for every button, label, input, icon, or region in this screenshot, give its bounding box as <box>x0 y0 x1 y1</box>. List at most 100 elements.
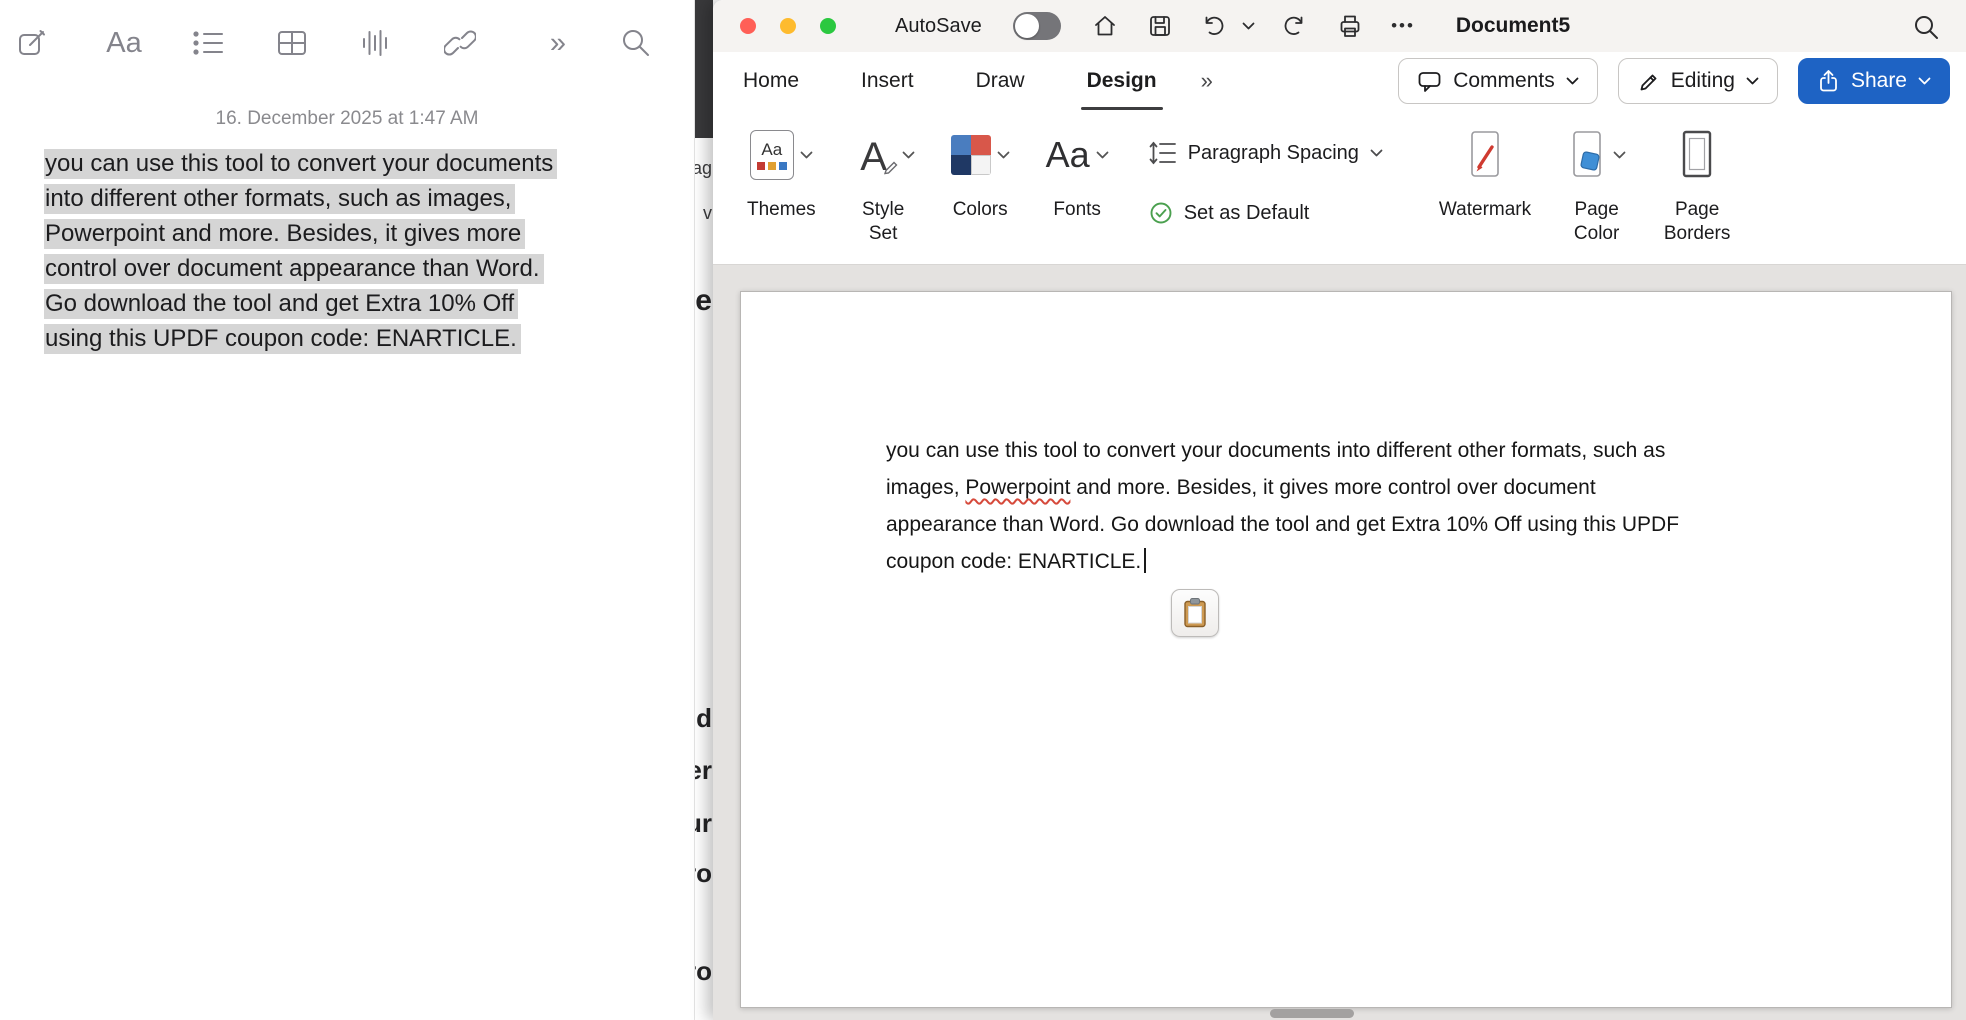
colors-label: Colors <box>953 198 1008 222</box>
ellipsis-glyph: ••• <box>1391 16 1415 36</box>
page-color-button[interactable]: Page Color <box>1567 110 1626 264</box>
close-window-button[interactable] <box>740 18 756 34</box>
editing-button-label: Editing <box>1671 69 1735 93</box>
paste-options-button[interactable] <box>1171 589 1219 637</box>
screen: Aa » 16. Decembe <box>0 0 1966 1020</box>
set-as-default-button[interactable]: Set as Default <box>1149 196 1383 230</box>
audio-graph-icon[interactable] <box>358 25 394 61</box>
note-body[interactable]: you can use this tool to convert your do… <box>44 146 664 356</box>
page-color-label: Page Color <box>1570 198 1624 246</box>
editing-mode-button[interactable]: Editing <box>1618 58 1778 104</box>
titlebar-actions: Comments Editing Share <box>1398 58 1966 104</box>
window-fragment-text: ag <box>695 158 712 179</box>
fonts-button[interactable]: Aa Fonts <box>1046 110 1109 264</box>
check-circle-icon <box>1149 201 1173 225</box>
comments-button[interactable]: Comments <box>1398 58 1598 104</box>
note-line: Go download the tool and get Extra 10% O… <box>44 286 664 321</box>
tab-design[interactable]: Design <box>1083 52 1161 110</box>
window-fragment-text: ur <box>695 808 712 839</box>
style-set-label: Style Set <box>856 198 910 246</box>
tab-insert[interactable]: Insert <box>857 52 918 110</box>
new-note-icon[interactable] <box>14 25 50 61</box>
clipboard-icon <box>1181 597 1209 629</box>
text-format-icon[interactable]: Aa <box>106 25 142 61</box>
checklist-icon[interactable] <box>190 25 226 61</box>
share-button-label: Share <box>1851 69 1907 93</box>
note-line: using this UPDF coupon code: ENARTICLE. <box>44 321 664 356</box>
ribbon-tab-row: Home Insert Draw Design » Comments Editi… <box>713 52 1966 110</box>
notes-window: Aa » 16. Decembe <box>0 0 695 1020</box>
document-title: Document5 <box>1456 14 1570 38</box>
window-fragment-text: se <box>695 284 712 318</box>
document-line: appearance than Word. Go download the to… <box>886 506 1826 543</box>
comments-button-label: Comments <box>1453 69 1555 93</box>
zoom-window-button[interactable] <box>820 18 836 34</box>
save-icon[interactable] <box>1146 12 1174 40</box>
tab-home[interactable]: Home <box>739 52 803 110</box>
themes-icon: Aa <box>750 130 794 180</box>
word-search-icon[interactable] <box>1912 13 1940 41</box>
document-line: you can use this tool to convert your do… <box>886 432 1826 469</box>
link-icon[interactable] <box>442 25 478 61</box>
chevron-down-icon <box>902 151 915 159</box>
chevron-down-icon <box>800 151 813 159</box>
colors-button[interactable]: Colors <box>951 110 1010 264</box>
text-cursor <box>1144 548 1146 573</box>
colors-icon <box>951 135 991 175</box>
themes-label: Themes <box>747 198 816 222</box>
undo-icon[interactable] <box>1199 12 1227 40</box>
horizontal-scrollbar-thumb[interactable] <box>1270 1009 1354 1018</box>
paragraph-spacing-button[interactable]: Paragraph Spacing <box>1149 136 1383 170</box>
undo-dropdown-chevron-icon[interactable] <box>1241 12 1255 40</box>
more-tools-glyph: » <box>550 29 566 58</box>
word-titlebar: AutoSave ••• Document5 <box>713 0 1966 52</box>
document-canvas: you can use this tool to convert your do… <box>713 265 1966 1020</box>
themes-button[interactable]: Aa Themes <box>747 110 816 264</box>
home-icon[interactable] <box>1091 12 1119 40</box>
set-as-default-label: Set as Default <box>1184 202 1310 225</box>
more-tools-icon[interactable]: » <box>540 25 576 61</box>
minimize-window-button[interactable] <box>780 18 796 34</box>
misspelled-word: Powerpoint <box>965 476 1070 499</box>
paragraph-spacing-icon <box>1149 140 1177 166</box>
autosave-label: AutoSave <box>895 15 982 38</box>
chevron-down-icon <box>1370 149 1383 157</box>
document-line: images, Powerpoint and more. Besides, it… <box>886 469 1826 506</box>
share-icon <box>1817 69 1840 93</box>
document-line: coupon code: ENARTICLE. <box>886 543 1826 580</box>
share-button[interactable]: Share <box>1798 58 1950 104</box>
chevron-down-icon <box>1918 77 1931 85</box>
more-tabs-icon[interactable]: » <box>1201 68 1213 94</box>
style-set-button[interactable]: A Style Set <box>852 110 915 264</box>
comment-bubble-icon <box>1417 70 1442 93</box>
tab-draw[interactable]: Draw <box>972 52 1029 110</box>
chevron-down-icon <box>1613 151 1626 159</box>
notes-toolbar: Aa » <box>0 0 694 86</box>
chevron-down-icon <box>1566 77 1579 85</box>
note-date: 16. December 2025 at 1:47 AM <box>0 108 694 130</box>
document-page[interactable]: you can use this tool to convert your do… <box>740 291 1952 1008</box>
notes-search-icon[interactable] <box>618 25 654 61</box>
window-fragment-text: v <box>703 203 712 224</box>
window-fragment-text: er <box>695 755 712 786</box>
watermark-button[interactable]: Watermark <box>1439 110 1531 264</box>
design-ribbon: Aa Themes A Style Set <box>713 110 1966 265</box>
print-icon[interactable] <box>1336 12 1364 40</box>
pencil-icon <box>1637 70 1660 93</box>
watermark-label: Watermark <box>1439 198 1531 222</box>
watermark-icon <box>1465 129 1505 181</box>
note-line: into different other formats, such as im… <box>44 181 664 216</box>
document-text: you can use this tool to convert your do… <box>886 432 1826 580</box>
autosave-toggle-knob <box>1015 14 1039 38</box>
window-fragment-text: ro <box>695 956 712 987</box>
autosave-toggle[interactable] <box>1013 12 1061 40</box>
redo-icon[interactable] <box>1281 12 1309 40</box>
page-borders-label: Page Borders <box>1662 198 1732 246</box>
text-format-glyph: Aa <box>106 29 141 58</box>
fonts-icon: Aa <box>1046 137 1090 173</box>
page-color-icon <box>1567 129 1607 181</box>
more-options-icon[interactable]: ••• <box>1389 12 1417 40</box>
page-borders-button[interactable]: Page Borders <box>1662 110 1732 264</box>
table-icon[interactable] <box>274 25 310 61</box>
page-borders-icon <box>1677 129 1717 181</box>
